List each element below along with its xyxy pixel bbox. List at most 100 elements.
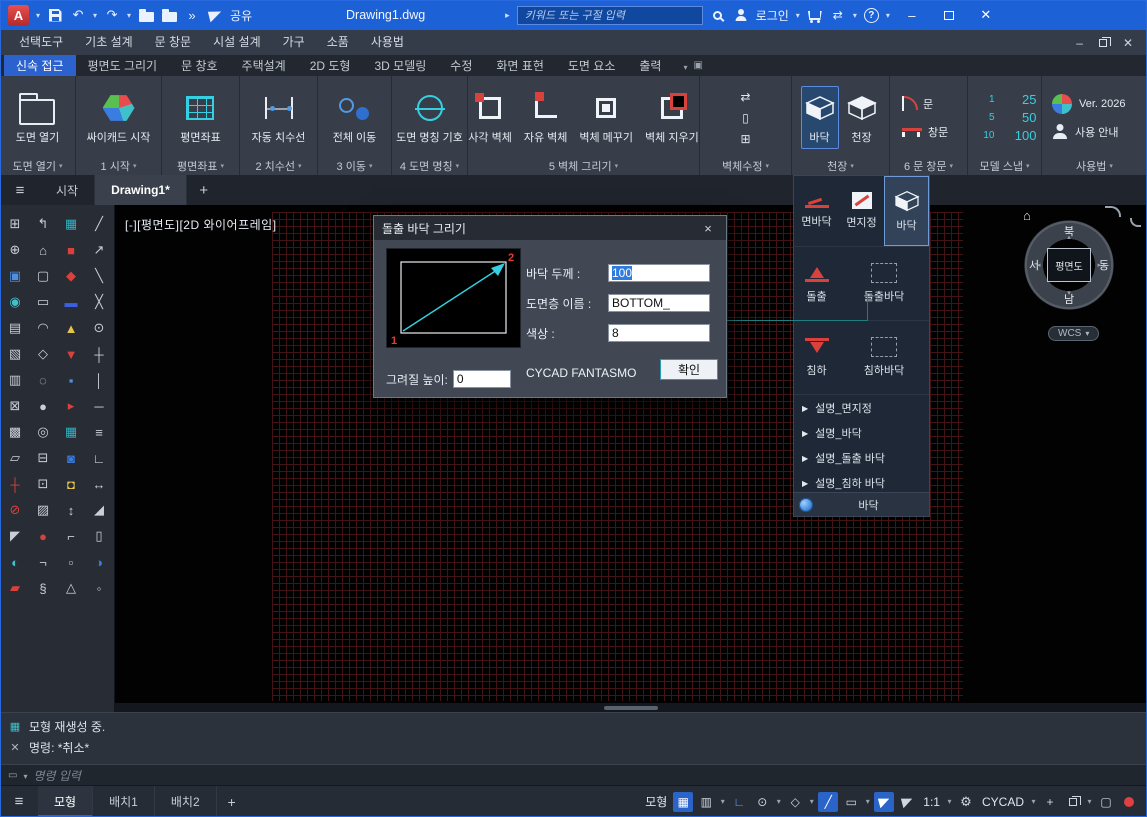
drawing-title-symbol-button[interactable]: 도면 명칭 기호 — [392, 86, 467, 149]
tool-icon[interactable]: ↔ — [88, 473, 110, 495]
menu-item[interactable]: 시설 설계 — [202, 30, 272, 55]
tool-icon[interactable]: ▢ — [32, 265, 54, 287]
tool-icon[interactable]: ▸ — [60, 395, 82, 417]
undo-caret-icon[interactable] — [93, 11, 97, 20]
tool-icon[interactable]: ◑ — [88, 551, 110, 573]
open-drawing-button[interactable]: 도면 열기 — [12, 86, 64, 149]
move-all-button[interactable]: 전체 이동 — [329, 86, 381, 149]
ribbon-panel-icon[interactable]: ▣ — [693, 60, 702, 71]
tool-icon[interactable]: ◆ — [60, 265, 82, 287]
redo-button[interactable] — [104, 5, 120, 25]
group-label-dimension[interactable]: 2 치수선 — [240, 156, 317, 175]
tool-icon[interactable]: ◌ — [32, 369, 54, 391]
tray-plus-button[interactable]: + — [1040, 792, 1060, 812]
tool-icon[interactable]: ◎ — [32, 421, 54, 443]
tool-icon[interactable]: ▥ — [4, 369, 26, 391]
flyout-menu-item[interactable]: 설명_면지정 — [794, 395, 929, 420]
annotation-autoscale-toggle[interactable] — [897, 792, 917, 812]
grid-display-toggle[interactable]: ▦ — [673, 792, 693, 812]
group-label-usage[interactable]: 사용법 — [1042, 156, 1147, 175]
ribbon-tab[interactable]: 신속 접근 — [4, 55, 76, 76]
snap-value-button[interactable]: 50 — [1003, 110, 1037, 125]
tool-icon[interactable]: ◦ — [88, 577, 110, 599]
app-menu-caret-icon[interactable] — [36, 11, 40, 20]
login-button[interactable] — [733, 5, 749, 25]
new-layout-button[interactable]: + — [217, 786, 247, 817]
app-logo[interactable]: A — [8, 5, 29, 26]
help-button[interactable]: ? — [864, 8, 879, 23]
tool-icon[interactable]: ▧ — [4, 343, 26, 365]
wall-edit-swap-button[interactable]: ⇄ — [735, 88, 757, 106]
window-maximize-button[interactable] — [934, 3, 964, 27]
tool-icon[interactable]: ⌐ — [60, 525, 82, 547]
exchange-button[interactable] — [830, 5, 846, 25]
free-wall-button[interactable]: 자유 벽체 — [520, 86, 572, 149]
menu-item[interactable]: 기초 설계 — [74, 30, 144, 55]
rotate-up-arrow-icon[interactable]: ▴ — [1067, 233, 1071, 241]
group-label-snap[interactable]: 모델 스냅 — [968, 156, 1041, 175]
command-close-icon[interactable]: ✕ — [8, 741, 22, 754]
draw-height-input[interactable]: 0 — [453, 370, 511, 388]
layout-tab-layout2[interactable]: 배치2 — [155, 786, 217, 817]
file-tab-menu-button[interactable] — [0, 175, 40, 205]
group-label-wall-edit[interactable]: 벽체수정 — [700, 156, 791, 175]
tool-icon[interactable]: ◘ — [60, 473, 82, 495]
command-caret-icon[interactable] — [23, 768, 27, 782]
search-button[interactable] — [710, 5, 726, 25]
group-label-name[interactable]: 4 도면 명칭 — [392, 156, 467, 175]
help-caret-icon[interactable] — [886, 11, 890, 20]
wcs-selector[interactable]: WCS — [1048, 326, 1099, 341]
osnap-caret-icon[interactable] — [808, 797, 815, 806]
annotation-scale-button[interactable]: 1:1 — [920, 795, 943, 809]
layout-tab-model[interactable]: 모형 — [38, 786, 93, 817]
tool-icon[interactable]: ╲ — [88, 265, 110, 287]
tool-icon[interactable]: ◠ — [32, 317, 54, 339]
tool-icon[interactable]: ▦ — [60, 421, 82, 443]
login-label[interactable]: 로그인 — [756, 7, 789, 24]
command-input[interactable]: ▭ 명령 입력 — [0, 764, 1147, 785]
tool-icon[interactable]: ↰ — [32, 213, 54, 235]
ribbon-tab[interactable]: 3D 모델링 — [362, 55, 438, 76]
ribbon-tab[interactable]: 도면 요소 — [556, 55, 628, 76]
rotate-left-arrow-icon[interactable]: ◂ — [1037, 261, 1041, 269]
cycad-start-button[interactable]: 싸이캐드 시작 — [83, 86, 155, 149]
record-button[interactable] — [1119, 792, 1139, 812]
tool-icon[interactable]: ◙ — [60, 447, 82, 469]
tool-icon[interactable]: ↗ — [88, 239, 110, 261]
home-view-icon[interactable] — [1023, 208, 1031, 223]
ok-button[interactable]: 확인 — [660, 359, 718, 380]
tool-icon[interactable]: ◤ — [4, 525, 26, 547]
tool-icon[interactable]: ∟ — [88, 447, 110, 469]
exchange-caret-icon[interactable] — [853, 11, 857, 20]
new-drawing-button[interactable] — [161, 5, 177, 25]
tool-icon[interactable]: ▲ — [60, 317, 82, 339]
snap-mode-toggle[interactable]: ▥ — [696, 792, 716, 812]
document-close-button[interactable]: ✕ — [1123, 36, 1133, 50]
thickness-input[interactable]: 100 — [608, 264, 710, 282]
window-layout-button[interactable] — [1063, 792, 1083, 812]
tool-icon[interactable]: ▰ — [4, 577, 26, 599]
tool-icon[interactable]: ● — [32, 395, 54, 417]
menu-item[interactable]: 사용법 — [360, 30, 415, 55]
document-restore-button[interactable] — [1099, 39, 1107, 47]
selection-caret-icon[interactable] — [864, 797, 871, 806]
tool-icon[interactable]: ¬ — [32, 551, 54, 573]
tool-icon[interactable]: ↕ — [60, 499, 82, 521]
rect-wall-button[interactable]: 사각 벽체 — [464, 86, 516, 149]
sink-floor-button[interactable]: 침하바닥 — [839, 321, 929, 394]
plane-coords-button[interactable]: 평면좌표 — [176, 86, 224, 149]
share-label[interactable]: 공유 — [230, 7, 252, 24]
canvas-horizontal-scrollbar[interactable] — [115, 703, 1147, 712]
tool-icon[interactable]: ◇ — [32, 343, 54, 365]
new-tab-button[interactable]: + — [187, 175, 221, 205]
menu-item[interactable]: 문 창문 — [144, 30, 202, 55]
group-label-start[interactable]: 1 시작 — [76, 156, 161, 175]
login-caret-icon[interactable] — [796, 11, 800, 20]
viewport-controls[interactable]: [-][평면도][2D 와이어프레임] — [125, 216, 277, 233]
group-label-ceiling[interactable]: 천장 — [792, 156, 889, 175]
tool-icon[interactable]: ⊟ — [32, 447, 54, 469]
workspace-caret-icon[interactable] — [1030, 797, 1037, 806]
face-floor-button[interactable]: 면바닥 — [794, 176, 839, 246]
scrollbar-handle[interactable] — [604, 706, 658, 710]
tool-icon[interactable]: ⊠ — [4, 395, 26, 417]
